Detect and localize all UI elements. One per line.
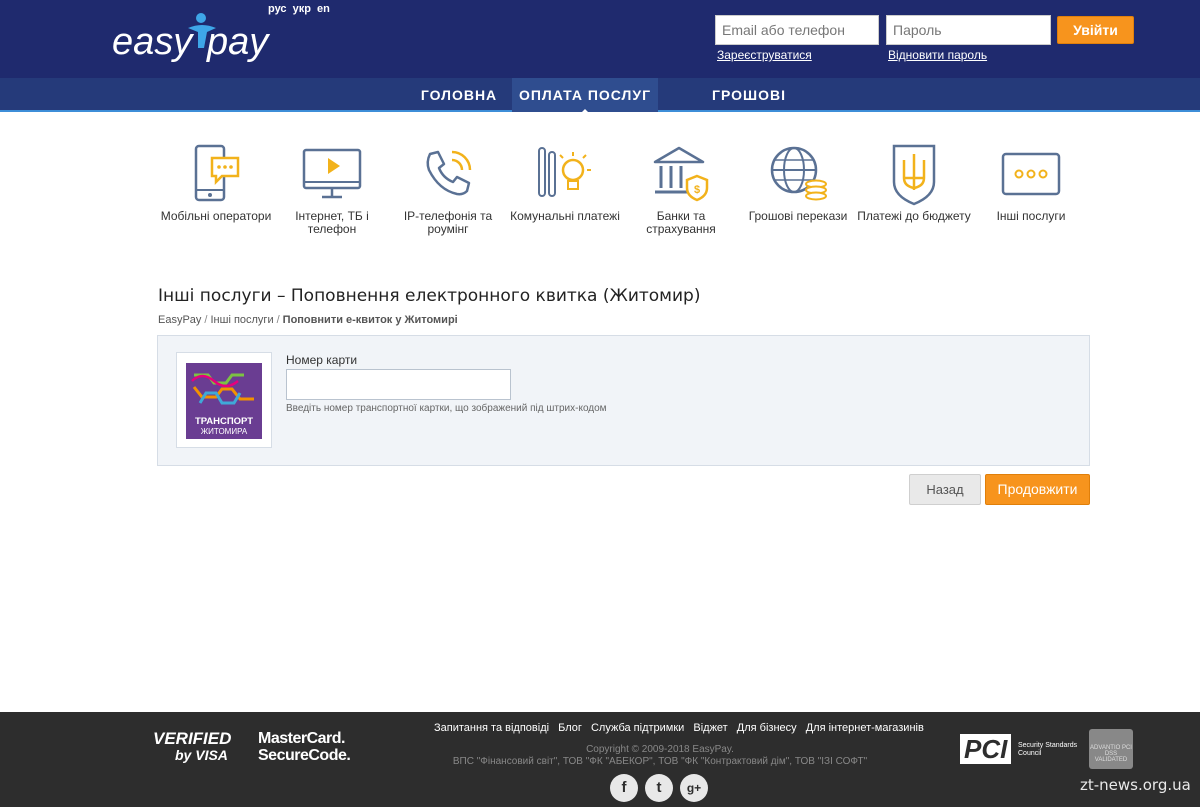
service-utilities[interactable]: Комунальні платежі xyxy=(507,142,623,223)
page-title: Інші послуги – Поповнення електронного к… xyxy=(158,286,701,306)
service-internet-tv[interactable]: Інтернет, ТБ і телефон xyxy=(274,142,390,236)
footer-link-shops[interactable]: Для інтернет-магазинів xyxy=(806,722,924,734)
mobile-icon xyxy=(194,144,240,202)
lang-ru[interactable]: рус xyxy=(268,3,287,15)
svg-text:pay: pay xyxy=(206,21,270,63)
verified-line1: VERIFIED xyxy=(153,729,232,748)
lang-en[interactable]: en xyxy=(317,3,330,15)
securecode-line1: MasterCard. xyxy=(258,730,345,747)
service-ip-telephony[interactable]: IP-телефонія та роумінг xyxy=(390,142,506,236)
phone-icon xyxy=(426,150,472,196)
service-transfers[interactable]: Грошові перекази xyxy=(740,142,856,223)
service-label: Комунальні платежі xyxy=(510,209,620,223)
logo-text-line1: ТРАНСПОРТ xyxy=(195,416,253,427)
footer-link-blog[interactable]: Блог xyxy=(558,722,582,734)
language-switcher: рус укр en xyxy=(268,3,333,15)
service-label: Інтернет, ТБ і телефон xyxy=(295,209,369,236)
card-number-input[interactable] xyxy=(286,369,511,400)
service-other[interactable]: Інші послуги xyxy=(973,142,1089,223)
main-nav: ГОЛОВНА ОПЛАТА ПОСЛУГ ГРОШОВІ ПЕРЕКАЗИ xyxy=(0,78,1200,137)
mastercard-securecode-logo: MasterCard. SecureCode. xyxy=(258,730,351,764)
copyright: Copyright © 2009-2018 EasyPay. ВПС "Фіна… xyxy=(430,744,890,768)
register-link[interactable]: Зареєструватися xyxy=(717,48,812,62)
email-input[interactable] xyxy=(715,15,879,45)
copyright-line1: Copyright © 2009-2018 EasyPay. xyxy=(586,744,734,755)
breadcrumb-separator: / xyxy=(276,314,280,326)
breadcrumb: EasyPay / Інші послуги / Поповнити е-квиток … xyxy=(158,314,458,326)
easypay-logo[interactable]: easy pay xyxy=(112,8,272,68)
securecode-line2: SecureCode. xyxy=(258,747,351,764)
service-mobile[interactable]: Мобільні оператори xyxy=(158,142,274,223)
breadcrumb-other-services[interactable]: Інші послуги xyxy=(210,314,273,326)
advantio-badge: ADVANTIO PCI DSS VALIDATED xyxy=(1089,729,1133,769)
service-label: Платежі до бюджету xyxy=(857,209,971,223)
twitter-icon[interactable]: t xyxy=(645,774,673,802)
footer-link-support[interactable]: Служба підтримки xyxy=(591,722,684,734)
logo-text-line2: ЖИТОМИРА xyxy=(201,427,248,436)
transport-zhytomyr-logo: ТРАНСПОРТ ЖИТОМИРА xyxy=(186,363,262,439)
more-dots-icon xyxy=(1001,152,1061,196)
monitor-play-icon xyxy=(302,148,362,199)
continue-button[interactable]: Продовжити xyxy=(985,474,1090,505)
service-label: Грошові перекази xyxy=(748,209,848,223)
verified-by-visa-logo: VERIFIED by VISA xyxy=(153,730,231,764)
svg-text:$: $ xyxy=(694,184,700,196)
footer-link-faq[interactable]: Запитання та відповіді xyxy=(434,722,549,734)
footer-link-business[interactable]: Для бізнесу xyxy=(737,722,797,734)
nav-item-home[interactable]: ГОЛОВНА xyxy=(412,78,506,112)
facebook-icon[interactable]: f xyxy=(610,774,638,802)
lang-ua[interactable]: укр xyxy=(293,3,311,15)
restore-password-link[interactable]: Відновити пароль xyxy=(888,48,987,62)
provider-logo: ТРАНСПОРТ ЖИТОМИРА xyxy=(176,352,272,448)
copyright-line2: ВПС "Фінансовий світ", ТОВ "ФК "АБЕКОР",… xyxy=(452,756,868,767)
service-label: IP-телефонія та роумінг xyxy=(403,209,493,236)
service-banks[interactable]: $ Банки та страхування xyxy=(623,142,739,236)
nav-item-payments[interactable]: ОПЛАТА ПОСЛУГ xyxy=(512,78,658,114)
login-button[interactable]: Увійти xyxy=(1057,16,1134,44)
footer-link-widget[interactable]: Віджет xyxy=(693,722,727,734)
service-label: Інші послуги xyxy=(996,209,1066,223)
bank-icon: $ xyxy=(653,146,709,202)
pci-text: PCI xyxy=(960,734,1012,764)
card-number-label: Номер карти xyxy=(286,353,358,367)
breadcrumb-home[interactable]: EasyPay xyxy=(158,314,201,326)
header: easy pay рус укр en Увійти Зареєструвати… xyxy=(0,0,1200,78)
footer: VERIFIED by VISA MasterCard. SecureCode.… xyxy=(0,712,1200,807)
breadcrumb-current: Поповнити е-квиток у Житомирі xyxy=(282,314,458,326)
watermark: zt-news.org.ua xyxy=(1080,776,1191,794)
footer-links: Запитання та відповіді Блог Служба підтр… xyxy=(434,722,930,734)
lightbulb-icon xyxy=(538,147,591,197)
breadcrumb-separator: / xyxy=(204,314,208,326)
svg-text:easy: easy xyxy=(112,21,194,63)
service-label: Мобільні оператори xyxy=(160,209,272,223)
trident-icon xyxy=(892,144,936,206)
nav-item-transfers[interactable]: ГРОШОВІ ПЕРЕКАЗИ xyxy=(668,78,830,137)
password-input[interactable] xyxy=(886,15,1051,45)
google-plus-icon[interactable]: g+ xyxy=(680,774,708,802)
pci-subtext: Security Standards Council xyxy=(1018,742,1078,757)
verified-line2: by VISA xyxy=(175,747,228,763)
payment-form-panel: ТРАНСПОРТ ЖИТОМИРА Номер карти Введіть н… xyxy=(157,335,1090,466)
back-button[interactable]: Назад xyxy=(909,474,981,505)
service-label: Банки та страхування xyxy=(646,209,716,236)
globe-coins-icon xyxy=(770,146,827,201)
card-number-hint: Введіть номер транспортної картки, що зо… xyxy=(286,403,607,414)
service-budget[interactable]: Платежі до бюджету xyxy=(856,142,972,223)
